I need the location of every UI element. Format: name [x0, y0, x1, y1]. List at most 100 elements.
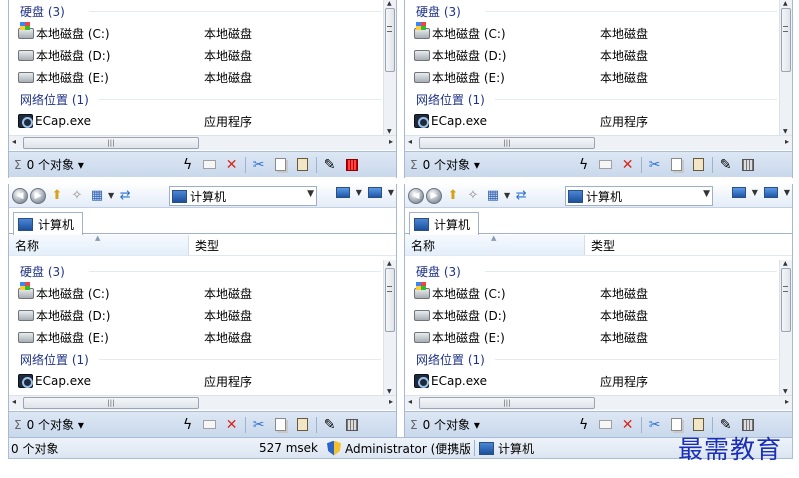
- address-bar[interactable]: 计算机 ▼: [565, 186, 713, 206]
- cut-icon[interactable]: ✂: [248, 416, 270, 434]
- monitor-icon[interactable]: [731, 187, 746, 198]
- cut-icon[interactable]: ✂: [248, 156, 270, 174]
- navigation-bar: ◀ ▶ ⬆ ✧ ▦ ▼ ⇄ 计算机 ▼ ▼ ▼: [9, 184, 396, 208]
- object-count[interactable]: 0 个对象 ▾: [423, 156, 573, 173]
- lightning-icon[interactable]: ϟ: [177, 156, 199, 174]
- list-item[interactable]: 本地磁盘 (C:) 本地磁盘: [9, 281, 383, 304]
- list-item[interactable]: 本地磁盘 (D:) 本地磁盘: [405, 44, 779, 66]
- refresh-icon[interactable]: ⇄: [116, 187, 134, 205]
- delete-icon[interactable]: ✕: [617, 416, 639, 434]
- paste-icon[interactable]: [292, 156, 314, 174]
- horizontal-scrollbar[interactable]: ◂ ||| ▸: [405, 135, 792, 150]
- mail-icon[interactable]: [199, 416, 221, 434]
- group-header-network[interactable]: 网络位置 (1): [9, 348, 383, 370]
- grid-icon[interactable]: [341, 156, 363, 174]
- lightning-icon[interactable]: ϟ: [573, 416, 595, 434]
- new-folder-icon[interactable]: ✧: [464, 187, 482, 205]
- list-item[interactable]: 本地磁盘 (E:) 本地磁盘: [9, 326, 383, 348]
- list-item[interactable]: ECap.exe 应用程序: [9, 370, 383, 392]
- address-bar[interactable]: 计算机 ▼: [169, 186, 317, 206]
- new-folder-icon[interactable]: ✧: [68, 187, 86, 205]
- group-header-disks[interactable]: 硬盘 (3): [9, 260, 383, 282]
- back-icon[interactable]: ◀: [12, 187, 28, 204]
- refresh-icon[interactable]: ⇄: [512, 187, 530, 205]
- view-icon[interactable]: ▦: [88, 187, 106, 205]
- paste-icon[interactable]: [688, 156, 710, 174]
- list-item[interactable]: ECap.exe 应用程序: [405, 110, 779, 132]
- chevron-down-icon[interactable]: ▼: [307, 189, 314, 199]
- monitor-icon[interactable]: [335, 187, 350, 198]
- exe-icon: [414, 374, 429, 388]
- delete-icon[interactable]: ✕: [221, 156, 243, 174]
- system-drive-icon: [18, 21, 34, 39]
- group-header-disks[interactable]: 硬盘 (3): [405, 0, 779, 22]
- file-list[interactable]: 硬盘 (3) 本地磁盘 (C:) 本地磁盘 本地磁盘 (D:) 本地磁盘 本地磁盘 …: [9, 260, 383, 392]
- object-count[interactable]: 0 个对象 ▾: [27, 156, 177, 173]
- tab-computer[interactable]: 计算机: [13, 212, 83, 235]
- column-type[interactable]: 类型: [189, 235, 396, 255]
- vertical-scrollbar[interactable]: ▲ ▼: [383, 0, 396, 135]
- folder-up-icon[interactable]: ⬆: [444, 187, 462, 205]
- back-icon[interactable]: ◀: [408, 187, 424, 204]
- lightning-icon[interactable]: ϟ: [573, 156, 595, 174]
- mail-icon[interactable]: [199, 156, 221, 174]
- horizontal-scrollbar[interactable]: ◂ ||| ▸: [9, 135, 396, 150]
- list-item[interactable]: 本地磁盘 (C:) 本地磁盘: [405, 281, 779, 304]
- copy-icon[interactable]: [270, 416, 292, 434]
- edit-icon[interactable]: ✎: [319, 156, 341, 174]
- list-item[interactable]: 本地磁盘 (E:) 本地磁盘: [405, 326, 779, 348]
- delete-icon[interactable]: ✕: [617, 156, 639, 174]
- sum-icon: Σ: [410, 417, 418, 432]
- list-item[interactable]: 本地磁盘 (D:) 本地磁盘: [9, 44, 383, 66]
- column-name[interactable]: 名称 ▲: [9, 234, 189, 255]
- file-list[interactable]: 硬盘 (3) 本地磁盘 (C:) 本地磁盘 本地磁盘 (D:) 本地磁盘 本地磁盘 …: [405, 0, 779, 132]
- list-item[interactable]: 本地磁盘 (C:) 本地磁盘: [405, 21, 779, 44]
- forward-icon[interactable]: ▶: [30, 187, 46, 204]
- delete-icon[interactable]: ✕: [221, 416, 243, 434]
- column-type[interactable]: 类型: [585, 235, 792, 255]
- object-count[interactable]: 0 个对象 ▾: [27, 416, 177, 433]
- group-header-disks[interactable]: 硬盘 (3): [405, 260, 779, 282]
- exe-icon: [18, 114, 33, 128]
- chevron-down-icon[interactable]: ▼: [703, 189, 710, 199]
- copy-icon[interactable]: [666, 156, 688, 174]
- layout-icon[interactable]: [367, 187, 382, 198]
- vertical-scrollbar[interactable]: ▲ ▼: [779, 0, 792, 135]
- file-list[interactable]: 硬盘 (3) 本地磁盘 (C:) 本地磁盘 本地磁盘 (D:) 本地磁盘 本地磁盘 …: [405, 260, 779, 392]
- list-item[interactable]: 本地磁盘 (E:) 本地磁盘: [405, 66, 779, 88]
- computer-icon: [18, 217, 33, 231]
- mail-icon[interactable]: [595, 416, 617, 434]
- cut-icon[interactable]: ✂: [644, 416, 666, 434]
- list-item[interactable]: 本地磁盘 (D:) 本地磁盘: [9, 304, 383, 326]
- vertical-scrollbar[interactable]: ▲ ▼: [383, 260, 396, 395]
- list-item[interactable]: 本地磁盘 (E:) 本地磁盘: [9, 66, 383, 88]
- mail-icon[interactable]: [595, 156, 617, 174]
- group-header-network[interactable]: 网络位置 (1): [9, 88, 383, 110]
- copy-icon[interactable]: [270, 156, 292, 174]
- cut-icon[interactable]: ✂: [644, 156, 666, 174]
- list-item[interactable]: ECap.exe 应用程序: [9, 110, 383, 132]
- file-list[interactable]: 硬盘 (3) 本地磁盘 (C:) 本地磁盘 本地磁盘 (D:) 本地磁盘 本地磁盘 …: [9, 0, 383, 132]
- layout-icon[interactable]: [763, 187, 778, 198]
- list-item[interactable]: 本地磁盘 (C:) 本地磁盘: [9, 21, 383, 44]
- list-item[interactable]: 本地磁盘 (D:) 本地磁盘: [405, 304, 779, 326]
- group-header-disks[interactable]: 硬盘 (3): [9, 0, 383, 22]
- column-name[interactable]: 名称 ▲: [405, 234, 585, 255]
- grid-icon[interactable]: [737, 156, 759, 174]
- vertical-scrollbar[interactable]: ▲ ▼: [779, 260, 792, 395]
- view-icon[interactable]: ▦: [484, 187, 502, 205]
- lightning-icon[interactable]: ϟ: [177, 416, 199, 434]
- folder-up-icon[interactable]: ⬆: [48, 187, 66, 205]
- edit-icon[interactable]: ✎: [319, 416, 341, 434]
- forward-icon[interactable]: ▶: [426, 187, 442, 204]
- group-header-network[interactable]: 网络位置 (1): [405, 348, 779, 370]
- grid-icon[interactable]: [341, 416, 363, 434]
- list-item[interactable]: ECap.exe 应用程序: [405, 370, 779, 392]
- tab-computer[interactable]: 计算机: [409, 212, 479, 235]
- paste-icon[interactable]: [292, 416, 314, 434]
- horizontal-scrollbar[interactable]: ◂ ||| ▸: [405, 395, 792, 410]
- horizontal-scrollbar[interactable]: ◂ ||| ▸: [9, 395, 396, 410]
- edit-icon[interactable]: ✎: [715, 156, 737, 174]
- group-header-network[interactable]: 网络位置 (1): [405, 88, 779, 110]
- object-count[interactable]: 0 个对象 ▾: [423, 416, 573, 433]
